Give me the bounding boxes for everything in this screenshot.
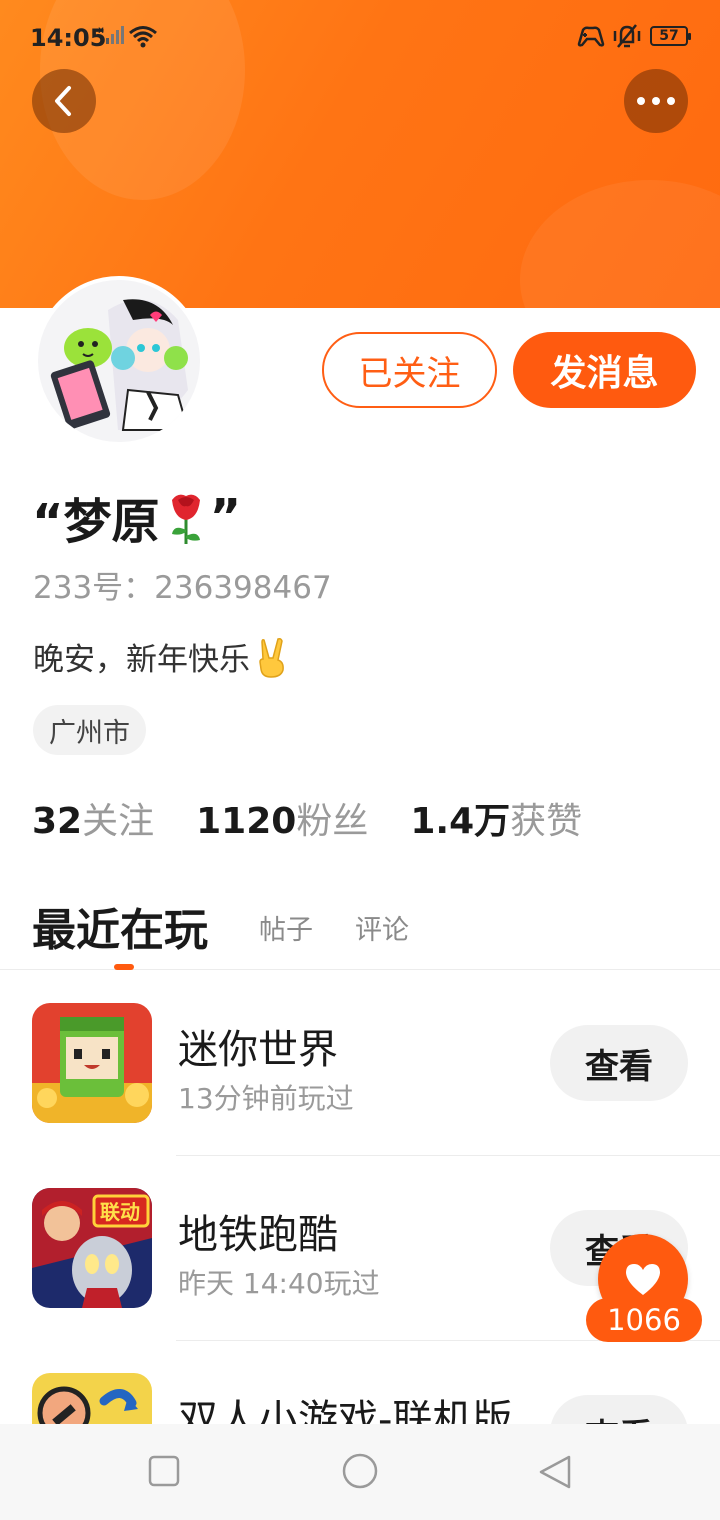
- profile-tabs: 最近在玩 帖子 评论: [0, 880, 720, 970]
- following-stat[interactable]: 32 关注: [32, 792, 154, 844]
- rose-icon: [171, 494, 200, 544]
- following-count: 32: [32, 801, 83, 842]
- send-message-button[interactable]: 发消息: [513, 332, 696, 408]
- likes-count: 1.4万: [410, 801, 511, 842]
- likes-label: 获赞: [510, 801, 583, 842]
- nickname-text: “梦原: [32, 494, 160, 550]
- banner-decoration: [520, 180, 720, 308]
- victory-hand-icon: [259, 637, 284, 678]
- battery-indicator: 57: [650, 26, 691, 46]
- recent-apps-icon[interactable]: [147, 1454, 181, 1488]
- system-navigation-bar: [0, 1424, 720, 1520]
- avatar[interactable]: [34, 276, 204, 446]
- status-bar: 14:05 x 57: [0, 0, 720, 72]
- game-name: 地铁跑酷: [178, 1212, 338, 1258]
- bio: 晚安，新年快乐: [33, 634, 290, 679]
- subway-surfers-game-icon: 联动: [32, 1188, 152, 1308]
- last-played-time: 昨天 14:40玩过: [178, 1267, 380, 1300]
- last-played-time: 13分钟前玩过: [178, 1082, 354, 1115]
- like-floating-button[interactable]: 1066: [586, 1234, 702, 1344]
- more-options-button[interactable]: [624, 69, 688, 133]
- followers-label: 粉丝: [296, 801, 369, 842]
- account-id: 233号：236398467: [33, 570, 332, 606]
- profile-stats: 32 关注 1120 粉丝 1.4万 获赞: [32, 792, 624, 844]
- list-item[interactable]: 迷你世界 13分钟前玩过 查看: [0, 1003, 720, 1188]
- nickname-suffix: ”: [209, 489, 242, 545]
- active-tab-indicator: [114, 964, 134, 970]
- vibrate-icon: [613, 24, 641, 48]
- tab-comments[interactable]: 评论: [355, 908, 409, 947]
- signal-icon: x: [98, 25, 124, 44]
- tab-posts[interactable]: 帖子: [259, 908, 313, 947]
- chevron-left-icon: [55, 86, 71, 116]
- back-nav-icon[interactable]: [537, 1454, 573, 1490]
- bio-text: 晚安，新年快乐: [33, 642, 250, 678]
- avatar-illustration: [38, 280, 200, 442]
- wifi-icon: [129, 26, 157, 48]
- followers-count: 1120: [196, 801, 297, 842]
- svg-text:x: x: [98, 25, 104, 36]
- status-time: 14:05: [30, 24, 107, 52]
- game-mode-icon: [577, 26, 605, 47]
- tab-recently-played[interactable]: 最近在玩: [32, 894, 208, 958]
- heart-icon: [626, 1264, 660, 1295]
- divider: [176, 1155, 720, 1156]
- following-label: 关注: [82, 801, 155, 842]
- back-button[interactable]: [32, 69, 96, 133]
- nickname: “梦原 ”: [32, 482, 241, 552]
- likes-stat: 1.4万 获赞: [410, 792, 582, 844]
- followed-button[interactable]: 已关注: [322, 332, 497, 408]
- followers-stat[interactable]: 1120 粉丝: [196, 792, 368, 844]
- svg-text:联动: 联动: [100, 1200, 140, 1224]
- more-dots-icon: [637, 97, 675, 105]
- view-game-button[interactable]: 查看: [550, 1025, 688, 1101]
- like-count: 1066: [586, 1298, 702, 1342]
- mini-world-game-icon: [32, 1003, 152, 1123]
- game-name: 迷你世界: [178, 1027, 338, 1073]
- home-icon[interactable]: [341, 1452, 379, 1490]
- location-tag: 广州市: [33, 705, 146, 755]
